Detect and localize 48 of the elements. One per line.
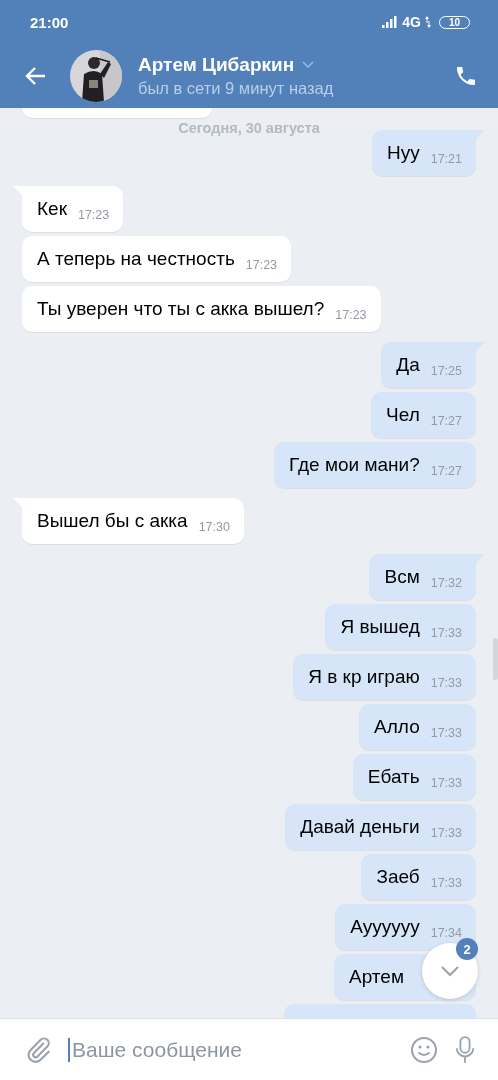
signal-icon bbox=[382, 16, 399, 28]
message-text: Всм bbox=[384, 566, 420, 588]
smiley-icon[interactable] bbox=[410, 1035, 438, 1064]
message-time: 17:33 bbox=[430, 676, 462, 690]
message-text: Я в кр играю bbox=[308, 666, 420, 688]
message-text: Кек bbox=[37, 198, 67, 220]
chevron-down-icon[interactable] bbox=[302, 61, 315, 69]
message-time: 17:27 bbox=[430, 464, 462, 478]
data-arrows-icon bbox=[424, 16, 431, 28]
message-text: Ауууууу bbox=[350, 916, 420, 938]
message-time: 17:33 bbox=[430, 876, 462, 890]
message-time: 17:30 bbox=[198, 520, 230, 534]
message-time: 17:27 bbox=[430, 414, 462, 428]
message-text: Заеб bbox=[376, 866, 420, 888]
message-text: Артем bbox=[349, 966, 404, 988]
message-text: А теперь на честность bbox=[37, 248, 235, 270]
message-text: Чел bbox=[386, 404, 420, 426]
message-time: 17:23 bbox=[77, 208, 110, 222]
microphone-icon[interactable] bbox=[454, 1034, 476, 1065]
message-time: 17:33 bbox=[430, 826, 462, 840]
last-seen-status: был в сети 9 минут назад bbox=[138, 79, 335, 98]
message-text: Вышел бы с акка bbox=[37, 510, 188, 532]
message-time: 17:25 bbox=[430, 364, 462, 378]
message-time: 17:21 bbox=[430, 152, 462, 166]
contact-name[interactable]: Артем Цибаркин bbox=[138, 54, 295, 76]
message-time: 17:23 bbox=[335, 308, 367, 322]
message-time: 17:33 bbox=[430, 726, 462, 740]
network-label: 4G bbox=[402, 14, 421, 30]
message-time: 17:33 bbox=[430, 776, 462, 790]
message-text: Да bbox=[396, 354, 420, 376]
message-text: Давай деньги bbox=[300, 816, 420, 838]
message-composer[interactable]: Ваше сообщение bbox=[0, 1018, 498, 1080]
phone-icon[interactable] bbox=[454, 64, 478, 88]
date-label: Сегодня, 30 августа bbox=[178, 120, 320, 136]
message-text: Ты уверен что ты с акка вышел? bbox=[37, 298, 325, 320]
status-time: 21:00 bbox=[30, 13, 69, 31]
message-time: 17:33 bbox=[430, 626, 462, 640]
message-text: Я вышед bbox=[340, 616, 420, 638]
scroll-handle[interactable] bbox=[493, 638, 498, 680]
unread-count-badge: 2 bbox=[456, 938, 478, 960]
message-text: Где мои мани? bbox=[288, 454, 420, 476]
message-time: 17:34 bbox=[430, 926, 462, 940]
message-text: Нуу bbox=[387, 142, 420, 164]
message-time: 17:23 bbox=[245, 258, 278, 272]
chevron-down-icon[interactable] bbox=[440, 965, 460, 977]
message-text: Ебать bbox=[367, 766, 420, 788]
message-time: 17:32 bbox=[430, 576, 462, 590]
message-text: Алло bbox=[374, 716, 420, 738]
